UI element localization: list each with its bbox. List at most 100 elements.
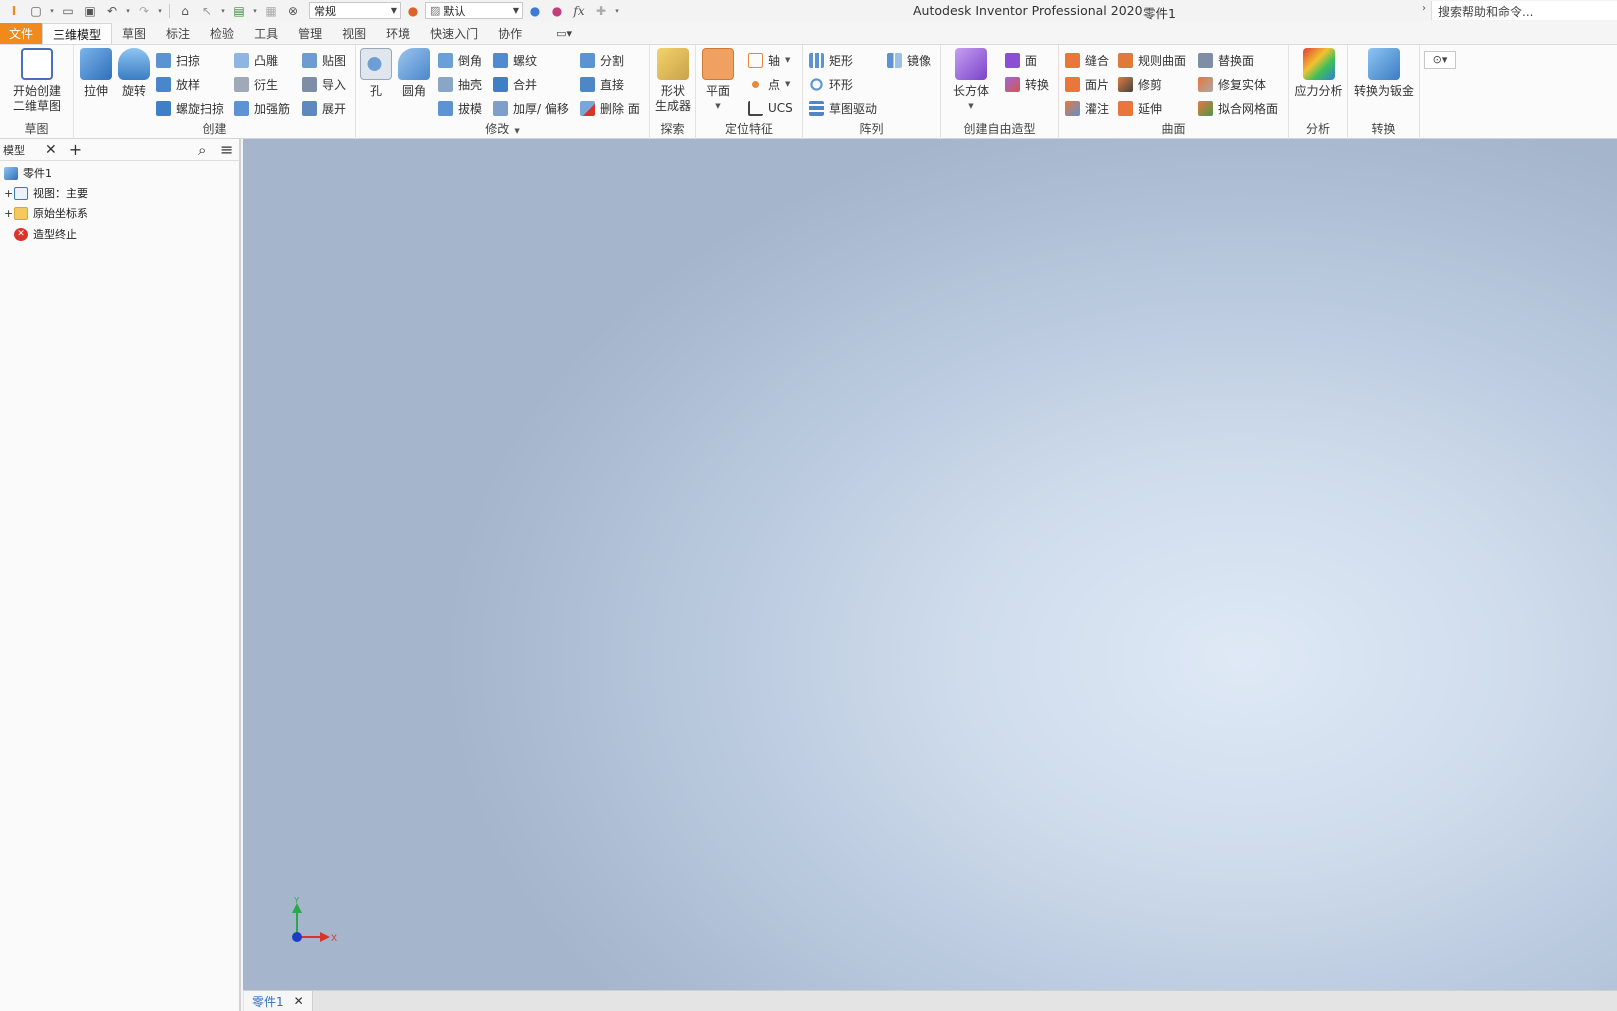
axis-button[interactable]: 轴 ▼ xyxy=(748,50,790,70)
tab-3d-model[interactable]: 三维模型 xyxy=(42,23,113,44)
replace-face-button[interactable]: 替换面 xyxy=(1198,50,1254,70)
browser-tab-model[interactable]: 模型 xyxy=(3,142,25,158)
fit-mesh-face-button[interactable]: 拟合网格面 xyxy=(1198,98,1278,118)
material-combo[interactable]: ▨ 默认 ▼ xyxy=(425,2,523,19)
color-wheel-icon[interactable]: ● xyxy=(403,2,423,20)
tab-sketch[interactable]: 草图 xyxy=(112,23,156,44)
tree-item-origin[interactable]: + 原始坐标系 xyxy=(4,204,88,222)
add-browser-icon[interactable]: + xyxy=(69,140,82,159)
ribbon-display-toggle-icon[interactable]: ▭▾ xyxy=(556,27,572,40)
tab-manage[interactable]: 管理 xyxy=(288,23,332,44)
combine-button[interactable]: 合并 xyxy=(493,74,537,94)
adjust-appearance-icon[interactable]: ● xyxy=(525,2,545,20)
select-dropdown-icon[interactable]: ▾ xyxy=(219,7,227,15)
loft-button[interactable]: 放样 xyxy=(156,74,200,94)
extrude-button[interactable]: 拉伸 xyxy=(78,48,114,99)
shell-button[interactable]: 抽壳 xyxy=(438,74,482,94)
tab-file[interactable]: 文件 xyxy=(0,23,42,44)
coil-button[interactable]: 螺旋扫掠 xyxy=(156,98,224,118)
delete-face-button[interactable]: 删除 面 xyxy=(580,98,640,118)
repair-bodies-button[interactable]: 修复实体 xyxy=(1198,74,1266,94)
open-icon[interactable]: ▭ xyxy=(58,2,78,20)
expand-icon[interactable]: + xyxy=(4,207,14,220)
add-icon[interactable]: ✚ xyxy=(591,2,611,20)
inventor-logo-icon[interactable]: I xyxy=(4,2,24,20)
undo-dropdown-icon[interactable]: ▾ xyxy=(124,7,132,15)
split-button[interactable]: 分割 xyxy=(580,50,624,70)
tree-item-end-of-part[interactable]: ✕ 造型终止 xyxy=(14,225,77,243)
panel-title-modify[interactable]: 修改 ▼ xyxy=(356,120,649,137)
box-button[interactable]: 长方体 ▼ xyxy=(951,48,991,114)
appearance-combo[interactable]: 常规 ▼ xyxy=(309,2,401,19)
tab-get-started[interactable]: 快速入门 xyxy=(420,23,488,44)
search-icon[interactable]: ⌕ xyxy=(198,141,206,159)
new-file-icon[interactable]: ▢ xyxy=(26,2,46,20)
redo-icon[interactable]: ↷ xyxy=(134,2,154,20)
tree-item-view[interactable]: + 视图：主要 xyxy=(4,184,88,202)
expand-icon[interactable]: + xyxy=(4,187,14,200)
thicken-offset-button[interactable]: 加厚/ 偏移 xyxy=(493,98,569,118)
update-icon[interactable]: ▤ xyxy=(229,2,249,20)
unwrap-button[interactable]: 展开 xyxy=(302,98,346,118)
draft-button[interactable]: 拔模 xyxy=(438,98,482,118)
menu-icon[interactable]: ≡ xyxy=(220,140,233,159)
hole-button[interactable]: 孔 xyxy=(358,48,394,99)
tree-item-part[interactable]: 零件1 xyxy=(4,164,52,182)
tab-view[interactable]: 视图 xyxy=(332,23,376,44)
close-icon[interactable]: ✕ xyxy=(45,142,57,158)
emboss-button[interactable]: 凸雕 xyxy=(234,50,278,70)
import-button[interactable]: 导入 xyxy=(302,74,346,94)
stress-analysis-button[interactable]: 应力分析 xyxy=(1291,48,1346,99)
circular-pattern-button[interactable]: 环形 xyxy=(809,74,853,94)
ribbon-options-button[interactable]: ⊙▾ xyxy=(1424,51,1456,69)
appearance-icon[interactable]: ⊗ xyxy=(283,2,303,20)
freeform-convert-button[interactable]: 转换 xyxy=(1005,74,1049,94)
fillet-button[interactable]: 圆角 xyxy=(396,48,432,99)
stitch-button[interactable]: 缝合 xyxy=(1065,50,1109,70)
help-search-input[interactable]: 搜索帮助和命令... xyxy=(1431,1,1617,20)
thread-button[interactable]: 螺纹 xyxy=(493,50,537,70)
tab-inspect[interactable]: 检验 xyxy=(200,23,244,44)
tab-environments[interactable]: 环境 xyxy=(376,23,420,44)
rectangular-pattern-button[interactable]: 矩形 xyxy=(809,50,853,70)
redo-dropdown-icon[interactable]: ▾ xyxy=(156,7,164,15)
convert-to-sheet-metal-button[interactable]: 转换为钣金 xyxy=(1350,48,1418,99)
new-dropdown-icon[interactable]: ▾ xyxy=(48,7,56,15)
mirror-button[interactable]: 镜像 xyxy=(887,50,931,70)
undo-icon[interactable]: ↶ xyxy=(102,2,122,20)
revolve-button[interactable]: 旋转 xyxy=(116,48,152,99)
select-icon[interactable]: ↖ xyxy=(197,2,217,20)
ucs-button[interactable]: UCS xyxy=(748,98,793,118)
graphics-viewport[interactable] xyxy=(243,139,1617,990)
close-icon[interactable]: ✕ xyxy=(294,994,304,1008)
shape-generator-button[interactable]: 形状 生成器 xyxy=(654,48,692,114)
start-2d-sketch-button[interactable]: 开始创建 二维草图 xyxy=(6,48,68,114)
document-tab[interactable]: 零件1 ✕ xyxy=(244,991,313,1011)
decal-button[interactable]: 贴图 xyxy=(302,50,346,70)
update-dropdown-icon[interactable]: ▾ xyxy=(251,7,259,15)
rib-button[interactable]: 加强筋 xyxy=(234,98,290,118)
chevron-right-icon[interactable]: › xyxy=(1422,3,1426,14)
tab-collaborate[interactable]: 协作 xyxy=(488,23,532,44)
tab-annotate[interactable]: 标注 xyxy=(156,23,200,44)
ruled-surface-button[interactable]: 规则曲面 xyxy=(1118,50,1186,70)
extend-button[interactable]: 延伸 xyxy=(1118,98,1162,118)
home-icon[interactable]: ⌂ xyxy=(175,2,195,20)
direct-button[interactable]: 直接 xyxy=(580,74,624,94)
plane-button[interactable]: 平面 ▼ xyxy=(700,48,736,114)
patch-button[interactable]: 面片 xyxy=(1065,74,1109,94)
trim-button[interactable]: 修剪 xyxy=(1118,74,1162,94)
parameters-fx-icon[interactable]: fx xyxy=(569,2,589,20)
customize-dropdown-icon[interactable]: ▾ xyxy=(613,7,621,15)
sketch-driven-pattern-button[interactable]: 草图驱动 xyxy=(809,98,877,118)
properties-icon[interactable]: ▦ xyxy=(261,2,281,20)
point-button[interactable]: 点 ▼ xyxy=(748,74,790,94)
derive-button[interactable]: 衍生 xyxy=(234,74,278,94)
sculpt-button[interactable]: 灌注 xyxy=(1065,98,1109,118)
tab-tools[interactable]: 工具 xyxy=(244,23,288,44)
freeform-face-button[interactable]: 面 xyxy=(1005,50,1037,70)
clear-appearance-icon[interactable]: ● xyxy=(547,2,567,20)
sweep-button[interactable]: 扫掠 xyxy=(156,50,200,70)
chamfer-button[interactable]: 倒角 xyxy=(438,50,482,70)
save-icon[interactable]: ▣ xyxy=(80,2,100,20)
